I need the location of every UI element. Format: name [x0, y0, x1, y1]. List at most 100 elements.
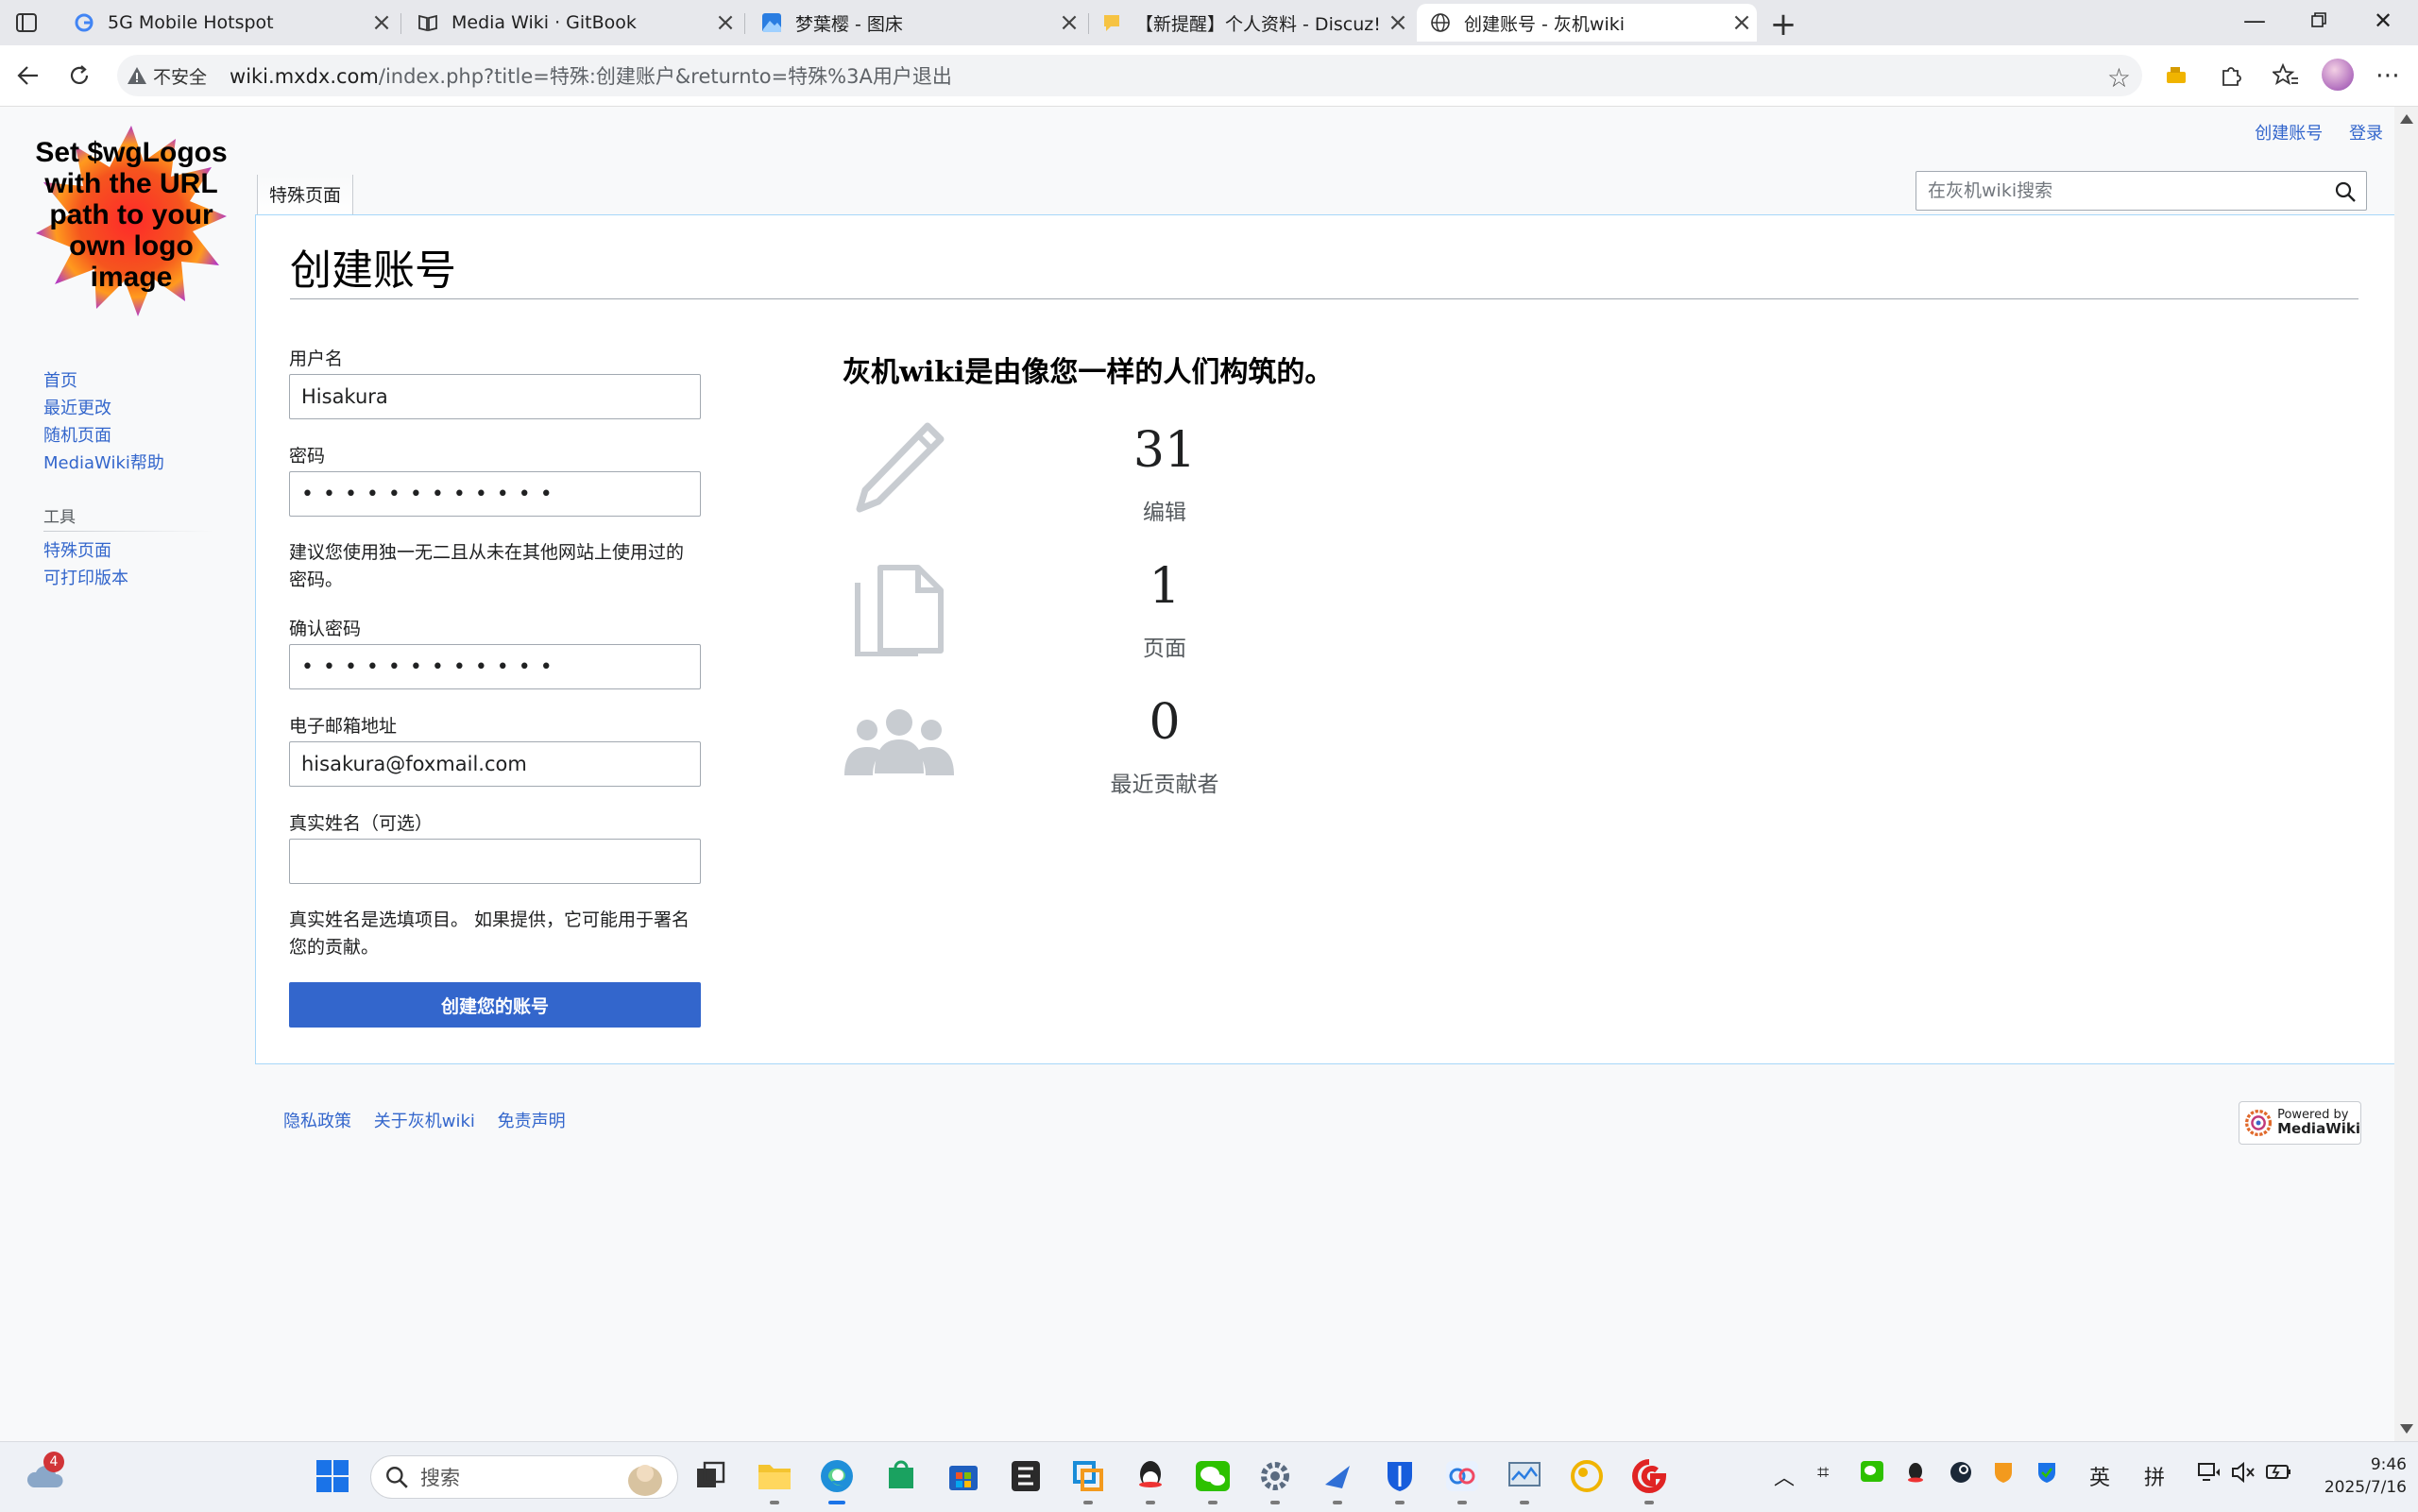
task-view-icon[interactable] — [690, 1455, 731, 1497]
tray-qq-icon[interactable] — [1906, 1461, 1925, 1489]
wechat-app-icon[interactable] — [1192, 1455, 1234, 1504]
tab-special-page[interactable]: 特殊页面 — [257, 175, 354, 214]
search-icon[interactable] — [2334, 180, 2357, 203]
taskbar-search-placeholder: 搜索 — [420, 1467, 460, 1489]
realname-field[interactable] — [289, 839, 701, 884]
close-tab-icon[interactable]: × — [1383, 8, 1413, 37]
gold-app-icon[interactable] — [1566, 1455, 1608, 1497]
login-link[interactable]: 登录 — [2349, 124, 2383, 144]
file-explorer-icon[interactable] — [754, 1455, 795, 1504]
puzzle-extensions-icon[interactable] — [2214, 59, 2248, 93]
battery-icon[interactable] — [2265, 1461, 2291, 1487]
username-field[interactable]: Hisakura — [289, 374, 701, 419]
more-menu-icon[interactable]: ⋯ — [2371, 59, 2405, 93]
email-label: 电子邮箱地址 — [289, 716, 398, 737]
realname-label: 真实姓名（可选） — [289, 813, 434, 834]
sidebar-item-printable-version[interactable]: 可打印版本 — [43, 565, 213, 592]
tab-title: 5G Mobile Hotspot — [108, 12, 274, 33]
favorite-star-icon[interactable]: ☆ — [2107, 62, 2131, 93]
sidebar-item-recent-changes[interactable]: 最近更改 — [43, 395, 213, 422]
url-text[interactable]: wiki.mxdx.com/index.php?title=特殊:创建账户&re… — [230, 61, 952, 90]
tray-defender-icon[interactable] — [2036, 1461, 2057, 1489]
network-icon[interactable] — [2197, 1461, 2222, 1489]
red-app-icon[interactable] — [1628, 1455, 1670, 1504]
security-indicator[interactable]: 不安全 — [127, 63, 207, 89]
tab-5g-hotspot[interactable]: 5G Mobile Hotspot × — [60, 4, 397, 42]
store-app-icon[interactable] — [880, 1455, 922, 1497]
disclaimer-link[interactable]: 免责声明 — [498, 1112, 566, 1131]
url-box[interactable]: 不安全 wiki.mxdx.com/index.php?title=特殊:创建账… — [117, 55, 2142, 96]
favorites-icon[interactable] — [2269, 59, 2303, 93]
personal-tools: 创建账号 登录 — [2234, 120, 2383, 144]
create-account-button[interactable]: 创建您的账号 — [289, 982, 701, 1028]
new-tab-icon[interactable]: + — [1766, 6, 1800, 43]
ms-store-icon[interactable] — [943, 1455, 984, 1497]
stat-edits-label: 编辑 — [1143, 501, 1186, 525]
baidu-netdisk-icon[interactable] — [1441, 1455, 1483, 1504]
qq-app-icon[interactable] — [1130, 1455, 1171, 1504]
bitwarden-app-icon[interactable] — [1379, 1455, 1421, 1504]
tray-steam-icon[interactable] — [1950, 1461, 1972, 1489]
close-tab-icon[interactable]: × — [1054, 8, 1084, 37]
tray-shield-orange-icon[interactable] — [1993, 1461, 2014, 1489]
tab-image-host[interactable]: 梦葉樱 - 图床 × — [748, 4, 1084, 42]
sidebar-divider — [43, 531, 213, 532]
realname-hint: 真实姓名是选填项目。 如果提供，它可能用于署名您的贡献。 — [289, 909, 690, 958]
search-input[interactable] — [1926, 179, 2326, 202]
google-favicon-icon — [74, 12, 94, 33]
powered-by-mediawiki-badge[interactable]: Powered by MediaWiki — [2239, 1101, 2361, 1145]
pencil-icon — [856, 422, 945, 513]
wiki-search — [1916, 171, 2367, 211]
tray-app-icon[interactable]: ⌗ — [1817, 1461, 1829, 1485]
extension-icon[interactable] — [2161, 59, 2195, 93]
username-label: 用户名 — [289, 348, 344, 369]
wiki-logo[interactable]: Set $wgLogos with the URL path to your o… — [34, 124, 229, 318]
about-link[interactable]: 关于灰机wiki — [374, 1112, 475, 1131]
profile-avatar[interactable] — [2322, 59, 2354, 91]
snipping-app-icon[interactable] — [1067, 1455, 1109, 1504]
discuz-favicon-icon — [1101, 12, 1122, 33]
clock-date: 2025/7/16 — [2324, 1478, 2407, 1497]
tab-gitbook[interactable]: Media Wiki · GitBook × — [404, 4, 741, 42]
email-field[interactable]: hisakura@foxmail.com — [289, 741, 701, 787]
tab-actions-icon[interactable] — [11, 9, 42, 36]
ime-mode-indicator[interactable]: 拼 — [2144, 1461, 2165, 1491]
confirm-password-label: 确认密码 — [289, 619, 362, 639]
close-tab-icon[interactable]: × — [710, 8, 741, 37]
close-tab-icon[interactable]: × — [366, 8, 397, 37]
monitor-app-icon[interactable] — [1504, 1455, 1545, 1504]
show-hidden-icons[interactable]: ︿ — [1774, 1461, 1795, 1491]
minimize-icon[interactable]: — — [2231, 8, 2278, 34]
sidebar-item-special-pages[interactable]: 特殊页面 — [43, 537, 213, 565]
taskbar: 4 搜索 ︿ ⌗ 英 拼 9:46 2025/7/16 — [0, 1441, 2418, 1512]
password-field[interactable]: •••••••••••• — [289, 471, 701, 517]
vertical-scrollbar[interactable] — [2394, 107, 2418, 1441]
volume-muted-icon[interactable] — [2231, 1461, 2256, 1489]
sidebar-item-random-page[interactable]: 随机页面 — [43, 422, 213, 450]
system-clock[interactable]: 9:46 2025/7/16 — [2305, 1453, 2407, 1499]
confirm-password-field[interactable]: •••••••••••• — [289, 644, 701, 689]
taskbar-search[interactable]: 搜索 — [370, 1455, 678, 1499]
sidebar-item-mediawiki-help[interactable]: MediaWiki帮助 — [43, 450, 213, 477]
start-windows-icon[interactable] — [312, 1455, 353, 1497]
restore-icon[interactable] — [2295, 8, 2342, 34]
sidebar-item-main-page[interactable]: 首页 — [43, 367, 213, 395]
close-window-icon[interactable]: ✕ — [2359, 8, 2407, 34]
close-tab-icon[interactable]: × — [1727, 8, 1757, 37]
edge-browser-icon[interactable] — [816, 1455, 858, 1504]
stat-pages-value: 1 — [1149, 558, 1181, 615]
privacy-policy-link[interactable]: 隐私政策 — [283, 1112, 351, 1131]
back-icon[interactable] — [11, 59, 45, 93]
create-account-link[interactable]: 创建账号 — [2255, 124, 2323, 144]
image-favicon-icon — [761, 12, 782, 33]
tab-discuz[interactable]: 【新提醒】个人资料 - Discuz! Bo × — [1088, 4, 1413, 42]
tray-wechat-icon[interactable] — [1861, 1461, 1883, 1487]
wiki-page: Set $wgLogos with the URL path to your o… — [0, 107, 2394, 1441]
epic-app-icon[interactable] — [1005, 1455, 1047, 1497]
feishu-app-icon[interactable] — [1317, 1455, 1358, 1504]
tab-create-account[interactable]: 创建账号 - 灰机wiki × — [1417, 4, 1757, 42]
password-hint: 建议您使用独一无二且从未在其他网站上使用过的密码。 — [289, 542, 685, 590]
settings-gear-icon[interactable] — [1254, 1455, 1296, 1504]
ime-language-indicator[interactable]: 英 — [2089, 1461, 2110, 1491]
reload-icon[interactable] — [62, 59, 96, 93]
